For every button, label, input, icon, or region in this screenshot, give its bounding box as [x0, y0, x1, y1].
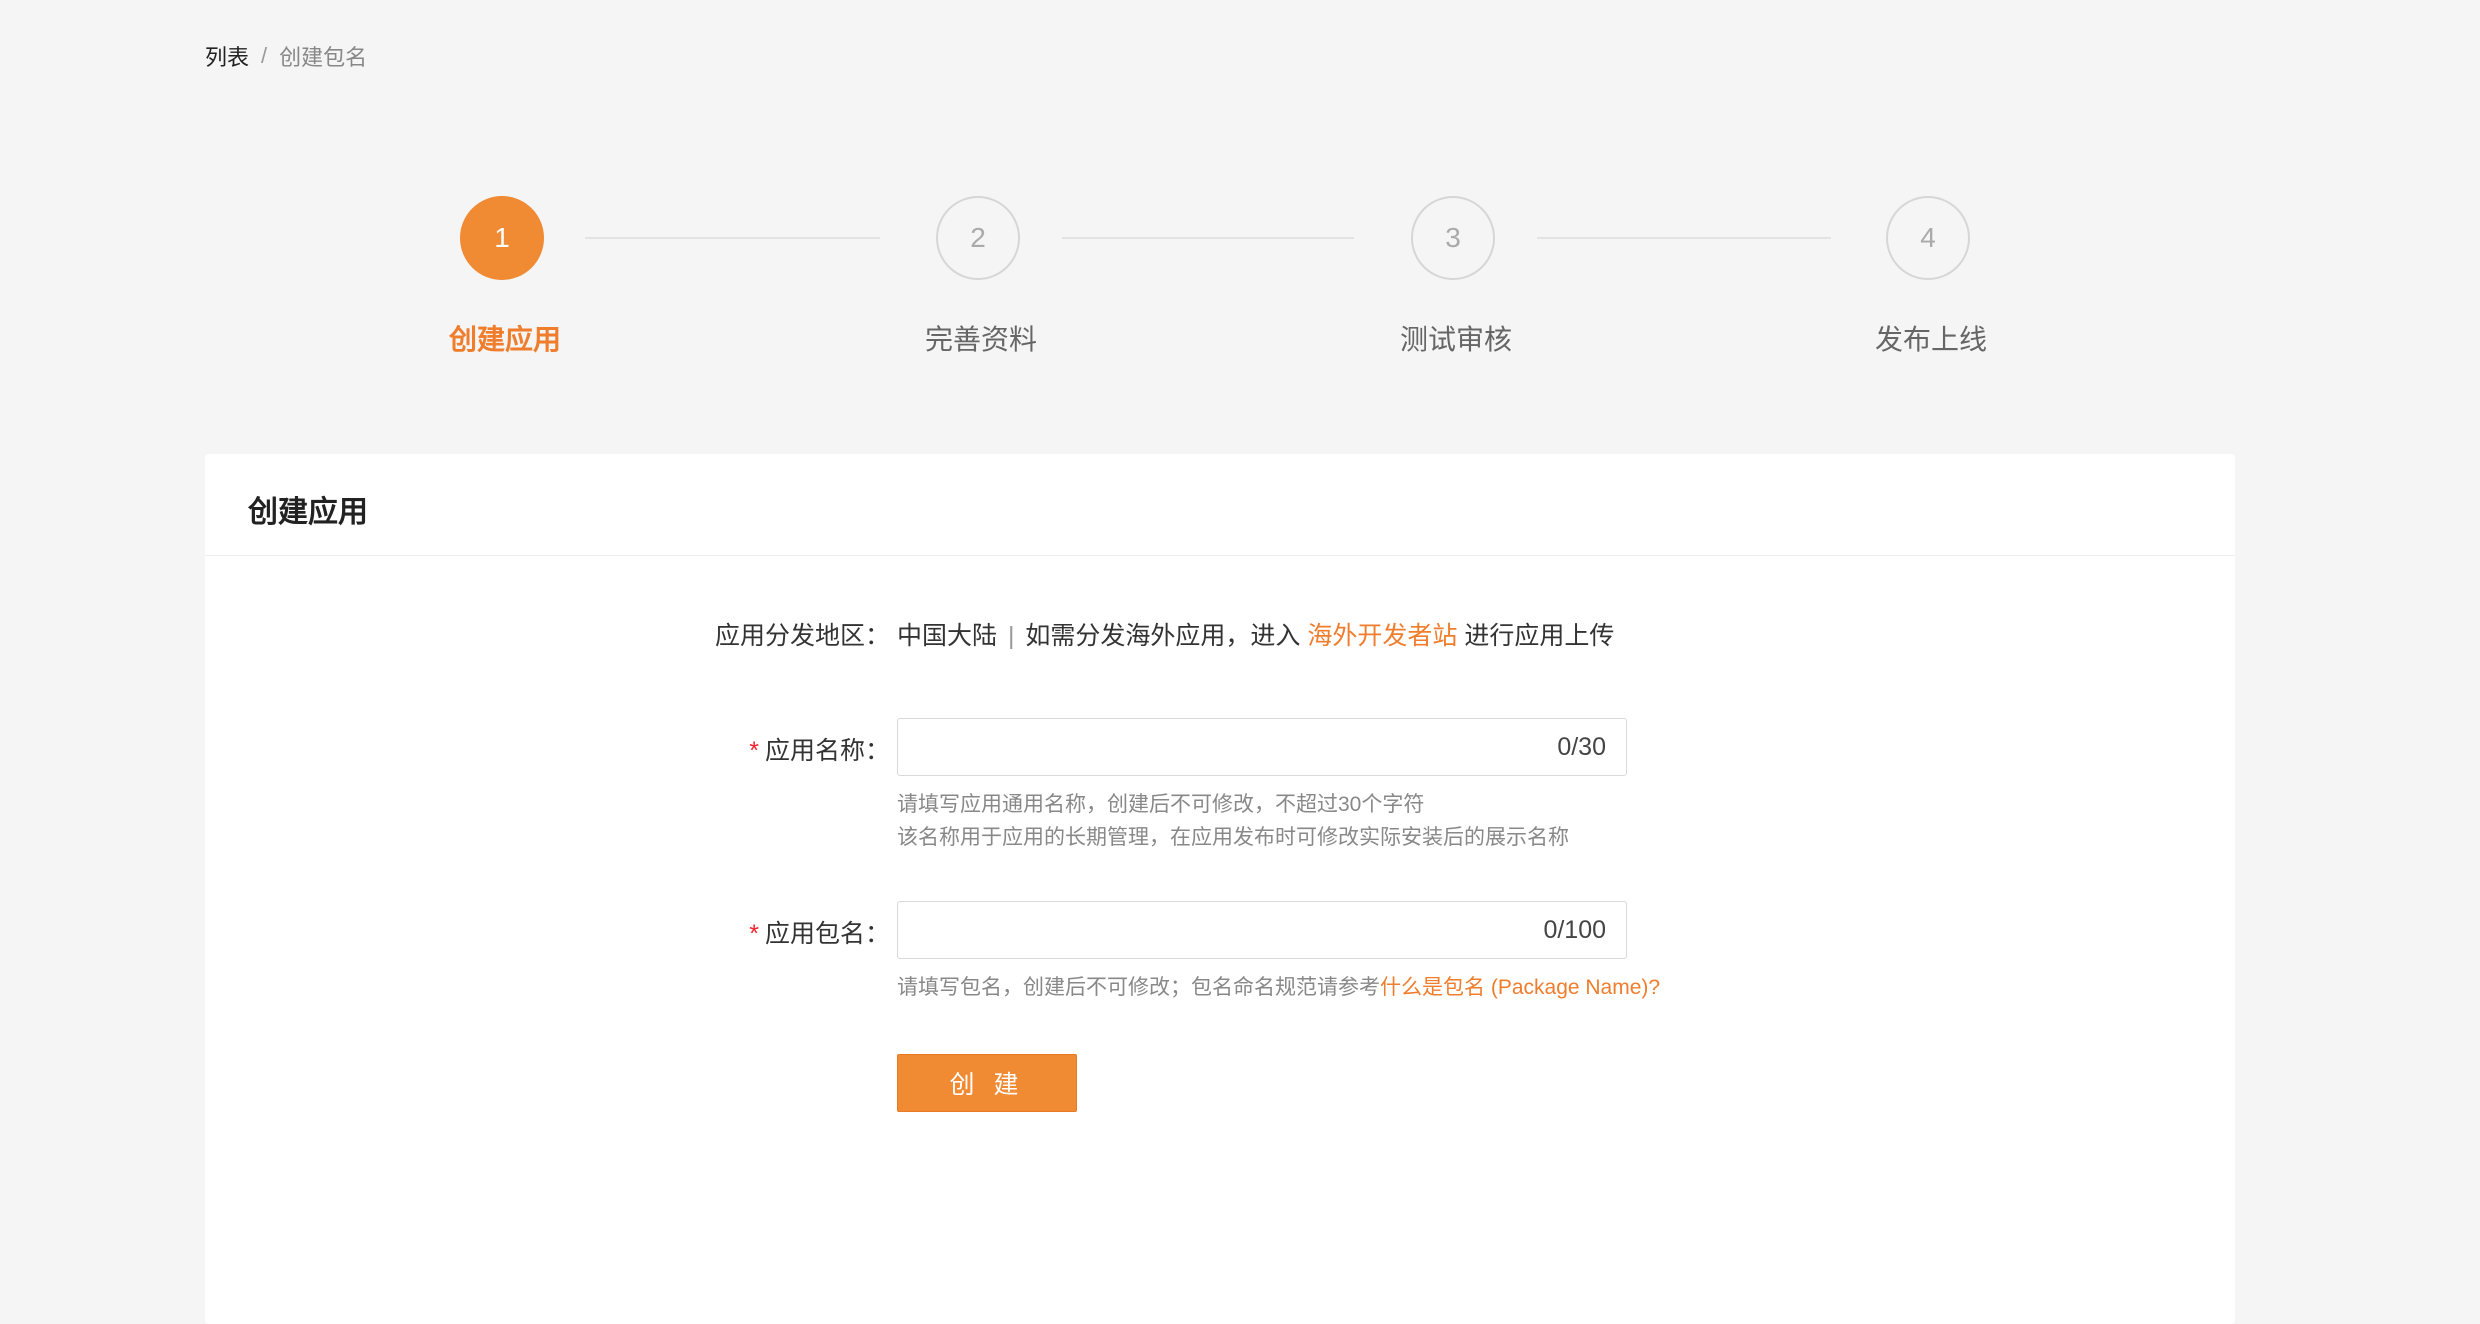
step-1-label: 创建应用 — [448, 324, 561, 355]
create-app-card: 创建应用 应用分发地区： 中国大陆 | 如需分发海外应用，进入 海外开发者站 进… — [205, 454, 2235, 1324]
package-name-help: 请填写包名，创建后不可修改；包名命名规范请参考什么是包名 (Package Na… — [897, 971, 1660, 1004]
create-button[interactable]: 创 建 — [897, 1054, 1077, 1112]
app-name-input[interactable]: 0/30 — [897, 718, 1627, 776]
region-label: 应用分发地区： — [714, 622, 890, 650]
package-name-help-text: 请填写包名，创建后不可修改；包名命名规范请参考 — [897, 976, 1380, 999]
package-name-label-text: 应用包名： — [764, 920, 890, 948]
overseas-developer-link[interactable]: 海外开发者站 — [1307, 622, 1457, 650]
required-mark: * — [749, 920, 759, 948]
step-connector-3 — [1537, 237, 1831, 239]
region-note: 如需分发海外应用，进入 — [1025, 622, 1301, 650]
step-4-circle: 4 — [1886, 196, 1970, 280]
package-name-label: * 应用包名： — [490, 914, 890, 950]
step-3-circle: 3 — [1411, 196, 1495, 280]
region-note-suffix: 进行应用上传 — [1464, 622, 1615, 650]
step-3-label: 测试审核 — [1399, 324, 1512, 355]
step-2-circle: 2 — [936, 196, 1020, 280]
app-name-help-line2: 该名称用于应用的长期管理，在应用发布时可修改实际安装后的展示名称 — [897, 826, 1569, 849]
card-title: 创建应用 — [248, 496, 368, 529]
package-name-help-link[interactable]: 什么是包名 (Package Name)? — [1380, 976, 1660, 999]
app-name-label: * 应用名称： — [490, 731, 890, 767]
package-name-counter: 0/100 — [1543, 916, 1606, 944]
app-name-counter: 0/30 — [1557, 733, 1606, 761]
steps-indicator: 1 创建应用 2 完善资料 3 测试审核 4 发布上线 — [0, 0, 2480, 400]
step-1-circle: 1 — [460, 196, 544, 280]
region-value: 中国大陆 — [897, 622, 998, 650]
app-name-help-line1: 请填写应用通用名称，创建后不可修改，不超过30个字符 — [897, 793, 1425, 816]
step-4-label: 发布上线 — [1874, 324, 1987, 355]
required-mark: * — [749, 737, 759, 765]
step-connector-1 — [585, 237, 880, 239]
step-2-label: 完善资料 — [924, 324, 1037, 355]
app-name-help: 请填写应用通用名称，创建后不可修改，不超过30个字符 该名称用于应用的长期管理，… — [897, 788, 1569, 854]
region-value-row: 中国大陆 | 如需分发海外应用，进入 海外开发者站 进行应用上传 — [897, 616, 1614, 652]
app-name-label-text: 应用名称： — [764, 737, 890, 765]
region-divider: | — [1007, 622, 1015, 650]
package-name-input[interactable]: 0/100 — [897, 901, 1627, 959]
step-connector-2 — [1062, 237, 1354, 239]
card-header: 创建应用 — [205, 454, 2235, 556]
